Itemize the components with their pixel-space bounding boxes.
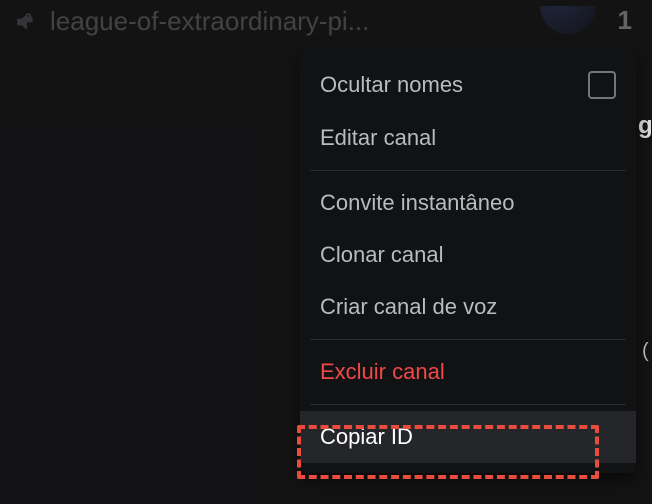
menu-item-edit-channel[interactable]: Editar canal	[300, 112, 636, 164]
menu-item-label: Ocultar nomes	[320, 72, 463, 98]
edge-paren-fragment: (	[642, 340, 652, 363]
menu-item-label: Excluir canal	[320, 359, 445, 385]
menu-item-label: Convite instantâneo	[320, 190, 514, 216]
menu-item-label: Criar canal de voz	[320, 294, 497, 320]
menu-item-label: Copiar ID	[320, 424, 413, 450]
context-menu: Ocultar nomes Editar canal Convite insta…	[300, 48, 636, 473]
menu-item-clone-channel[interactable]: Clonar canal	[300, 229, 636, 281]
menu-item-label: Clonar canal	[320, 242, 444, 268]
menu-item-copy-id[interactable]: Copiar ID	[300, 411, 636, 463]
checkbox-icon[interactable]	[588, 71, 616, 99]
menu-divider	[310, 170, 626, 171]
menu-divider	[310, 404, 626, 405]
menu-item-hide-names[interactable]: Ocultar nomes	[300, 58, 636, 112]
menu-divider	[310, 339, 626, 340]
menu-item-label: Editar canal	[320, 125, 436, 151]
menu-item-delete-channel[interactable]: Excluir canal	[300, 346, 636, 398]
edge-text-fragment: g	[638, 112, 652, 140]
menu-item-create-voice-channel[interactable]: Criar canal de voz	[300, 281, 636, 333]
menu-item-instant-invite[interactable]: Convite instantâneo	[300, 177, 636, 229]
